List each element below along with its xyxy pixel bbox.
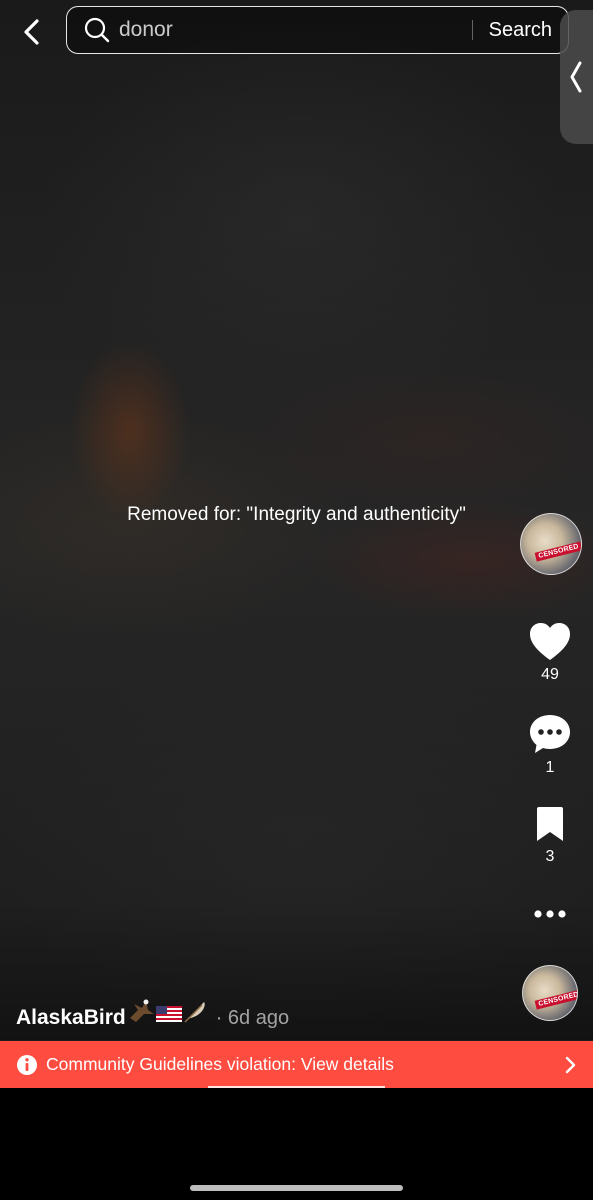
search-input[interactable]: donor [119, 18, 472, 42]
home-indicator[interactable] [190, 1185, 403, 1191]
author-name[interactable]: AlaskaBird [16, 1006, 126, 1030]
author-row: AlaskaBird · 6d ago [16, 998, 289, 1030]
search-icon [83, 16, 111, 44]
speech-bubble-icon [530, 715, 570, 753]
side-panel-toggle[interactable] [560, 10, 593, 144]
comment-button[interactable]: 1 [517, 713, 583, 777]
back-button[interactable] [12, 12, 52, 52]
info-icon [16, 1054, 38, 1076]
post-age: · 6d ago [215, 1007, 290, 1029]
ellipsis-icon [534, 910, 566, 918]
censored-badge: CENSORED [534, 541, 581, 562]
us-flag-icon [155, 1006, 182, 1022]
bookmark-icon [537, 807, 563, 841]
video-progress-bar[interactable] [208, 1086, 385, 1088]
video-player-screen: donor Search Removed for: "Integrity and… [0, 0, 593, 1200]
search-button[interactable]: Search [489, 19, 552, 42]
search-bar[interactable]: donor Search [66, 6, 569, 54]
removed-notice: Removed for: "Integrity and authenticity… [127, 504, 466, 525]
like-count: 49 [541, 666, 559, 683]
censored-badge: CENSORED [534, 989, 577, 1010]
feather-icon [184, 1002, 205, 1023]
more-options-button[interactable] [517, 904, 583, 924]
search-divider [471, 20, 473, 40]
save-count: 3 [545, 848, 555, 865]
eagle-icon [129, 999, 154, 1022]
chevron-left-icon [570, 61, 582, 93]
like-button[interactable]: 49 [517, 622, 583, 684]
guidelines-violation-banner[interactable]: Community Guidelines violation: View det… [0, 1041, 593, 1088]
creator-avatar[interactable]: CENSORED [520, 513, 582, 575]
chevron-left-icon [24, 19, 39, 45]
author-emoji [128, 998, 208, 1024]
chevron-right-icon [561, 1056, 579, 1074]
heart-icon [530, 623, 570, 660]
sound-avatar[interactable]: CENSORED [522, 965, 578, 1021]
save-button[interactable]: 3 [517, 806, 583, 866]
violation-label: Community Guidelines violation: View det… [46, 1054, 394, 1074]
comment-count: 1 [545, 759, 555, 776]
